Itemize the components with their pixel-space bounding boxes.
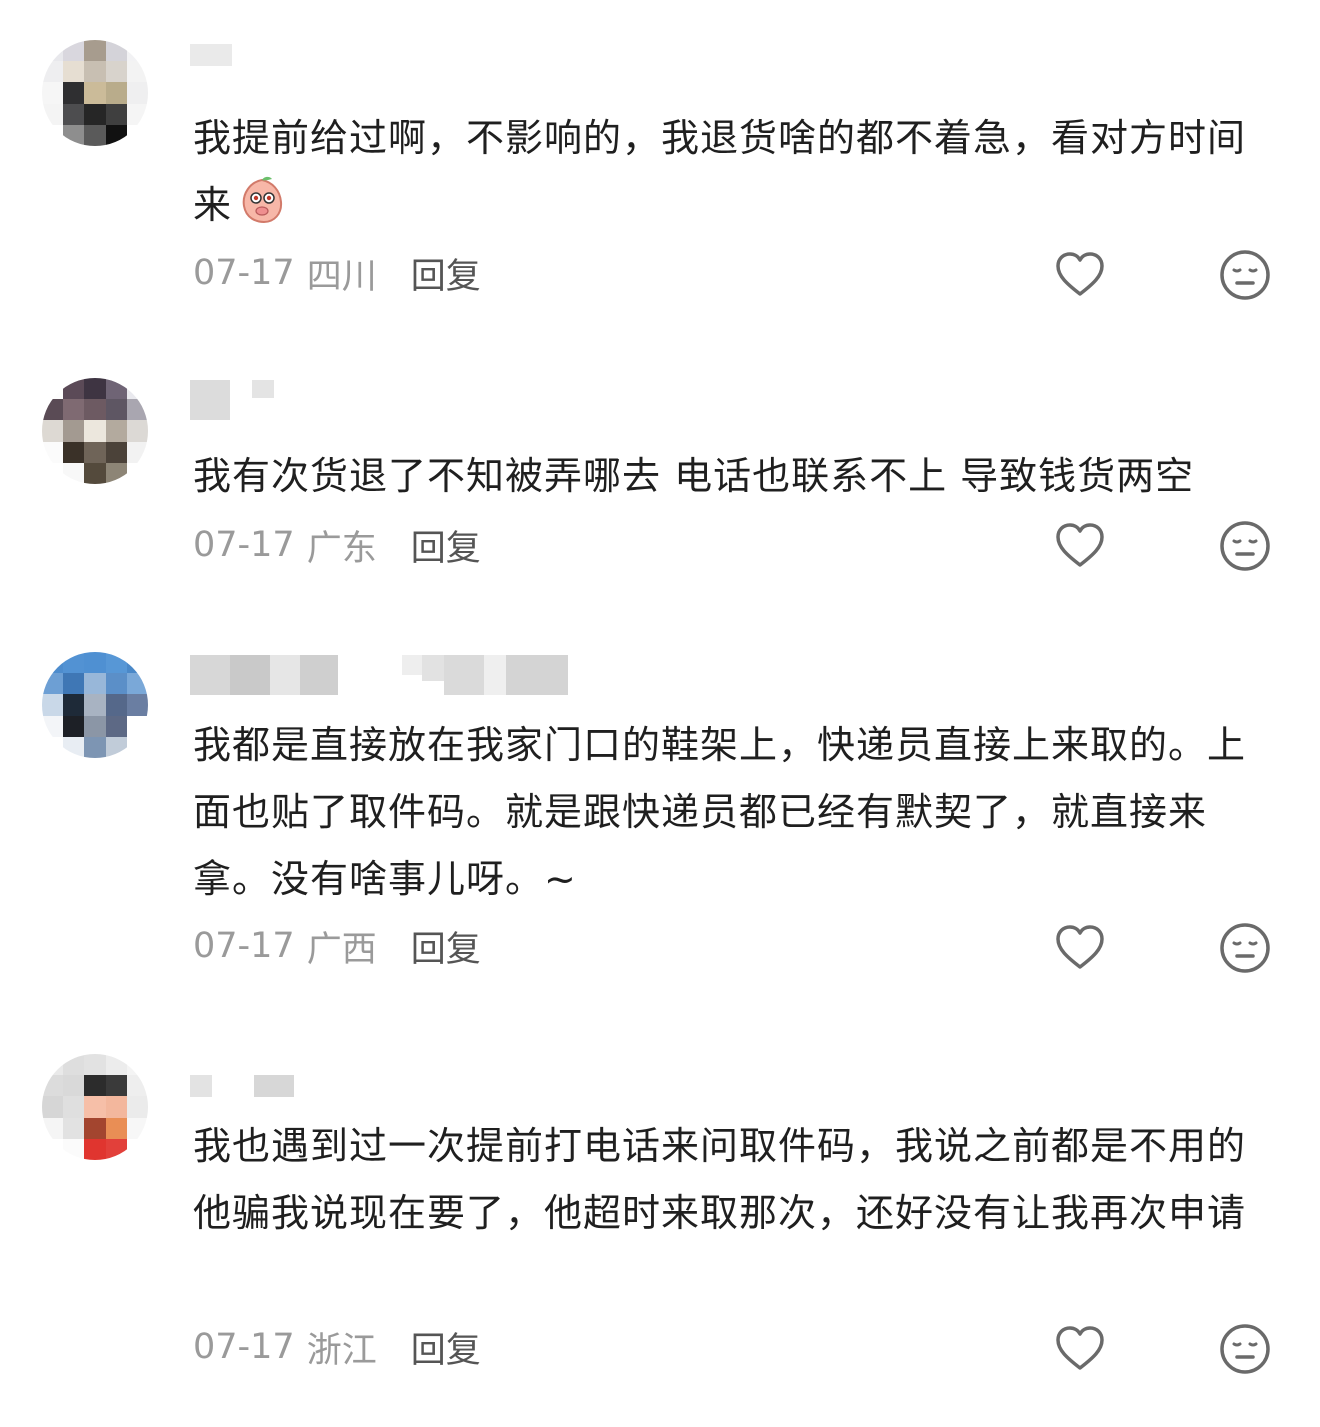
comment-text: 我也遇到过一次提前打电话来问取件码，我说之前都是不用的他骗我说现在要了，他超时来… <box>193 1113 1273 1247</box>
comment-date: 07-17 <box>193 1327 295 1367</box>
avatar[interactable] <box>42 652 148 758</box>
dislike-button[interactable] <box>1218 1322 1272 1376</box>
comment-text: 我有次货退了不知被弄哪去 电话也联系不上 导致钱货两空 <box>193 443 1273 510</box>
username-blurred[interactable] <box>190 380 274 420</box>
like-button[interactable] <box>1053 921 1107 975</box>
avatar[interactable] <box>42 378 148 484</box>
comment-meta: 07-17 广西 回复 <box>193 921 481 971</box>
heart-outline-icon <box>1056 1326 1104 1370</box>
username-blurred[interactable] <box>190 1075 294 1115</box>
comment-text-content: 我都是直接放在我家门口的鞋架上，快递员直接上来取的。上面也贴了取件码。就是跟快递… <box>193 723 1247 901</box>
neutral-face-icon <box>1220 923 1270 973</box>
heart-outline-icon <box>1056 252 1104 296</box>
heart-outline-icon <box>1056 523 1104 567</box>
avatar[interactable] <box>42 40 148 146</box>
like-button[interactable] <box>1053 248 1107 302</box>
reply-button[interactable]: 回复 <box>411 1322 481 1373</box>
comment-location: 浙江 <box>306 1330 377 1371</box>
comment-date: 07-17 <box>193 926 295 966</box>
dislike-button[interactable] <box>1218 921 1272 975</box>
comment-text-content: 我也遇到过一次提前打电话来问取件码，我说之前都是不用的他骗我说现在要了，他超时来… <box>193 1124 1247 1235</box>
like-button[interactable] <box>1053 519 1107 573</box>
dislike-button[interactable] <box>1218 248 1272 302</box>
username-blurred[interactable] <box>190 655 568 695</box>
comment-date: 07-17 <box>193 525 295 565</box>
reply-button[interactable]: 回复 <box>411 248 481 299</box>
peach-face-emoji <box>236 174 288 226</box>
comment-text-content: 我提前给过啊，不影响的，我退货啥的都不着急，看对方时间来 <box>193 116 1247 227</box>
neutral-face-icon <box>1220 1324 1270 1374</box>
comment-location: 广西 <box>306 929 377 970</box>
comment-text-content: 我有次货退了不知被弄哪去 电话也联系不上 导致钱货两空 <box>193 454 1195 498</box>
reply-button[interactable]: 回复 <box>411 921 481 972</box>
neutral-face-icon <box>1220 521 1270 571</box>
comment-date: 07-17 <box>193 253 295 293</box>
like-button[interactable] <box>1053 1322 1107 1376</box>
heart-outline-icon <box>1056 925 1104 969</box>
comment-meta: 07-17 浙江 回复 <box>193 1322 481 1372</box>
comment-text: 我都是直接放在我家门口的鞋架上，快递员直接上来取的。上面也贴了取件码。就是跟快递… <box>193 712 1273 913</box>
comment-location: 广东 <box>306 528 377 569</box>
username-blurred[interactable] <box>190 40 232 80</box>
reply-button[interactable]: 回复 <box>411 520 481 571</box>
neutral-face-icon <box>1220 250 1270 300</box>
comment-meta: 07-17 广东 回复 <box>193 520 481 570</box>
comment-meta: 07-17 四川 回复 <box>193 248 481 298</box>
comment-location: 四川 <box>306 256 377 297</box>
comment-text: 我提前给过啊，不影响的，我退货啥的都不着急，看对方时间来 <box>193 105 1273 239</box>
avatar[interactable] <box>42 1054 148 1160</box>
dislike-button[interactable] <box>1218 519 1272 573</box>
